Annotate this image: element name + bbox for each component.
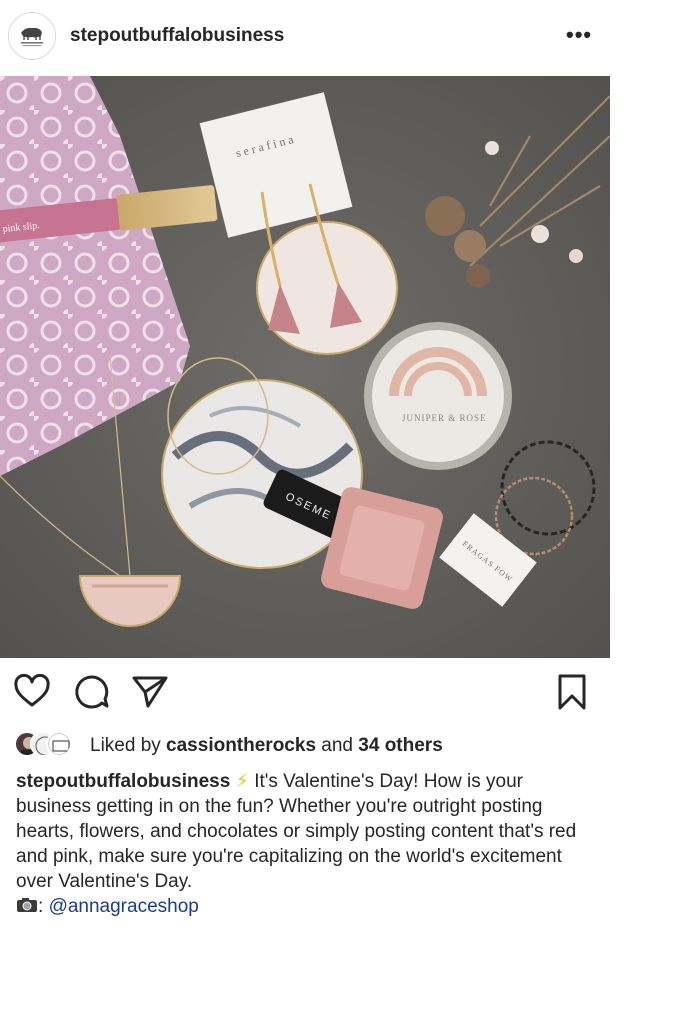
- more-dots-icon[interactable]: •••: [566, 22, 592, 48]
- mention-link[interactable]: @annagraceshop: [49, 896, 199, 917]
- likes-summary: Liked by cassiontherocks and 34 others: [90, 735, 443, 757]
- liker-avatar: [46, 731, 72, 757]
- liker-username[interactable]: cassiontherocks: [166, 735, 316, 756]
- likes-row: Liked by cassiontherocks and 34 others: [14, 730, 654, 760]
- flatlay-photo: pink slip. serafina JUNIPER & ROSE OSEME…: [0, 76, 610, 658]
- ceramic-dish: [256, 221, 398, 355]
- likes-prefix: Liked by: [90, 735, 167, 756]
- profile-avatar[interactable]: [8, 12, 56, 60]
- tin-label: JUNIPER & ROSE: [402, 413, 487, 423]
- credit-separator: :: [38, 896, 49, 917]
- post-username[interactable]: stepoutbuffalobusiness: [70, 25, 284, 47]
- likes-others-link[interactable]: 34 others: [358, 735, 442, 756]
- bookmark-icon[interactable]: [552, 672, 592, 712]
- heart-icon[interactable]: [12, 672, 52, 712]
- post-caption: stepoutbuffalobusiness ⚡ It's Valentine'…: [16, 769, 596, 919]
- paper-plane-icon[interactable]: [130, 672, 170, 712]
- camera-emoji-icon: [17, 898, 37, 912]
- action-bar: [0, 672, 678, 716]
- liker-avatars[interactable]: [14, 731, 84, 759]
- lightning-emoji-icon: ⚡: [235, 771, 249, 792]
- candle-tin: JUNIPER & ROSE: [364, 322, 512, 470]
- post-header: stepoutbuffalobusiness •••: [0, 0, 678, 74]
- likes-middle: and: [316, 735, 359, 756]
- caption-username[interactable]: stepoutbuffalobusiness: [16, 771, 230, 792]
- buffalo-logo-icon: [21, 27, 43, 47]
- comment-icon[interactable]: [72, 672, 112, 712]
- post-image[interactable]: pink slip. serafina JUNIPER & ROSE OSEME…: [0, 76, 610, 658]
